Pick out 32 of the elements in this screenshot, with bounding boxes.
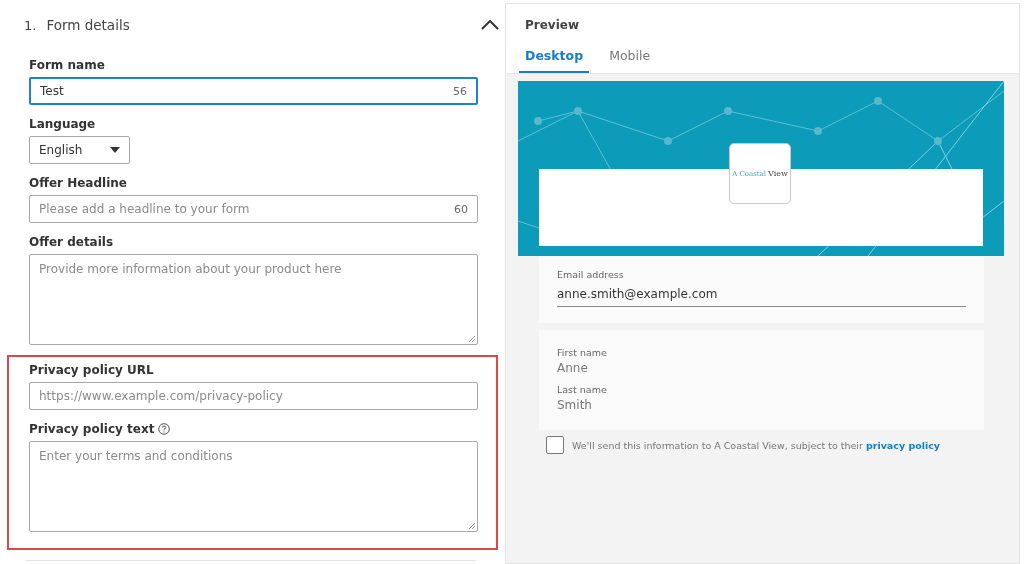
text-field[interactable]: https://www.example.com/privacy-policy [29,382,478,410]
field-label: Language [29,117,96,131]
email-field[interactable]: anne.smith@example.com [557,280,966,307]
character-counter: 56 [453,84,467,98]
text-area[interactable]: Enter your terms and conditions [29,441,478,532]
consent-text: We'll send this information to A Coastal View, subject to their privacy policy [572,439,941,451]
field-label: Email address [557,269,625,280]
checkbox[interactable] [546,436,564,454]
resize-handle-icon[interactable] [468,335,476,343]
privacy-policy-link[interactable]: privacy policy [865,439,941,451]
language-dropdown[interactable]: English [29,136,130,164]
field-label: First name [557,347,608,358]
field-label: Offer Headline [29,176,127,190]
name-value: Anne [557,360,589,377]
resize-handle-icon[interactable] [468,522,476,530]
section-number: 1. [24,17,37,33]
text-field[interactable]: Please add a headline to your form 60 [29,195,478,223]
name-value: Smith [557,397,593,414]
field-label: Last name [557,384,608,395]
chevron-up-icon[interactable] [481,20,499,30]
field-label: Privacy policy text [29,422,155,436]
character-counter: 60 [454,202,468,216]
caret-icon [110,147,120,153]
text-area[interactable]: Provide more information about your product here [29,254,478,345]
field-label: Form name [29,58,105,72]
help-icon[interactable] [158,423,171,435]
tab[interactable]: Mobile [603,41,657,73]
text-field[interactable]: Test 56 [29,77,478,105]
field-label: Offer details [29,235,114,249]
preview-title: Preview [525,18,579,32]
section-title: Form details [46,17,131,33]
field-label: Privacy policy URL [29,363,154,377]
